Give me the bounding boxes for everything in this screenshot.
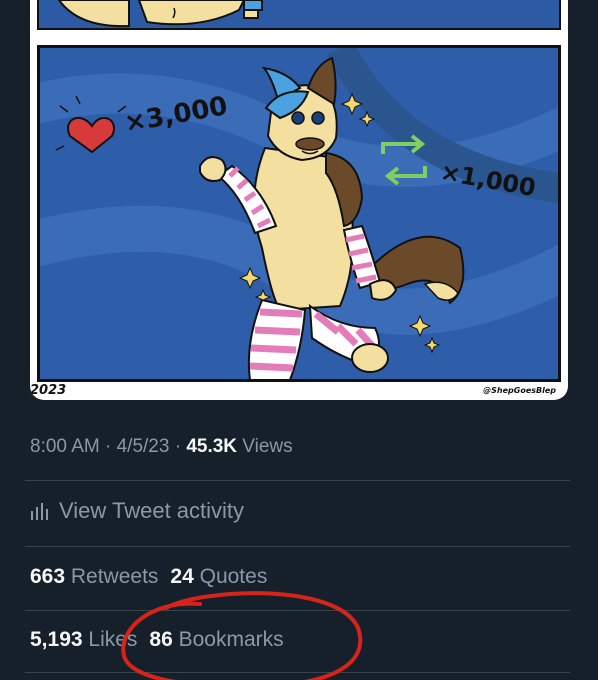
quotes-count: 24 bbox=[170, 565, 194, 588]
retweets-count: 663 bbox=[30, 565, 66, 588]
retweets-label: Retweets bbox=[65, 565, 159, 588]
bookmarks-stat[interactable]: 86 Bookmarks bbox=[149, 628, 283, 651]
comic-panel-top bbox=[37, 0, 561, 30]
views-label: Views bbox=[237, 436, 293, 457]
divider bbox=[25, 672, 570, 673]
likes-count: 5,193 bbox=[30, 628, 83, 651]
heart-icon bbox=[67, 116, 115, 154]
views-count: 45.3K bbox=[186, 436, 238, 457]
likes-label: Likes bbox=[82, 628, 138, 651]
divider bbox=[25, 546, 570, 547]
tweet-metadata: 8:00 AM · 4/5/23 · 45.3K Views bbox=[30, 436, 293, 458]
view-tweet-activity-label: View Tweet activity bbox=[59, 498, 245, 523]
divider bbox=[25, 480, 570, 481]
comic-panel-top-art bbox=[57, 0, 263, 28]
comic-artwork bbox=[40, 48, 558, 379]
retweet-quote-stats: 663 Retweets 24 Quotes bbox=[30, 565, 267, 589]
likes-bookmarks-stats: 5,193 Likes 86 Bookmarks bbox=[30, 628, 284, 652]
analytics-bars-icon bbox=[31, 503, 48, 520]
quotes-stat[interactable]: 24 Quotes bbox=[170, 565, 267, 588]
artwork-year: 2023 bbox=[30, 383, 67, 398]
comic-panel-main: ×3,000 ×1,000 bbox=[37, 45, 561, 382]
artist-credit: @ShepGoesBlep bbox=[483, 386, 556, 395]
meta-separator: · bbox=[99, 436, 117, 457]
quotes-label: Quotes bbox=[193, 565, 268, 588]
retweets-stat[interactable]: 663 Retweets bbox=[30, 565, 158, 588]
bookmarks-count: 86 bbox=[149, 628, 173, 651]
bookmarks-label: Bookmarks bbox=[172, 628, 284, 651]
tweet-time[interactable]: 8:00 AM bbox=[30, 436, 100, 457]
likes-stat[interactable]: 5,193 Likes bbox=[30, 628, 137, 651]
tweet-image-top-panel[interactable] bbox=[30, 0, 568, 37]
divider bbox=[25, 610, 570, 611]
tweet-image[interactable]: ×3,000 ×1,000 2023 @ShepGoesBlep bbox=[30, 37, 568, 400]
view-tweet-activity-link[interactable]: View Tweet activity bbox=[30, 498, 244, 524]
tweet-date[interactable]: 4/5/23 bbox=[117, 436, 170, 457]
meta-separator-2: · bbox=[169, 436, 187, 457]
